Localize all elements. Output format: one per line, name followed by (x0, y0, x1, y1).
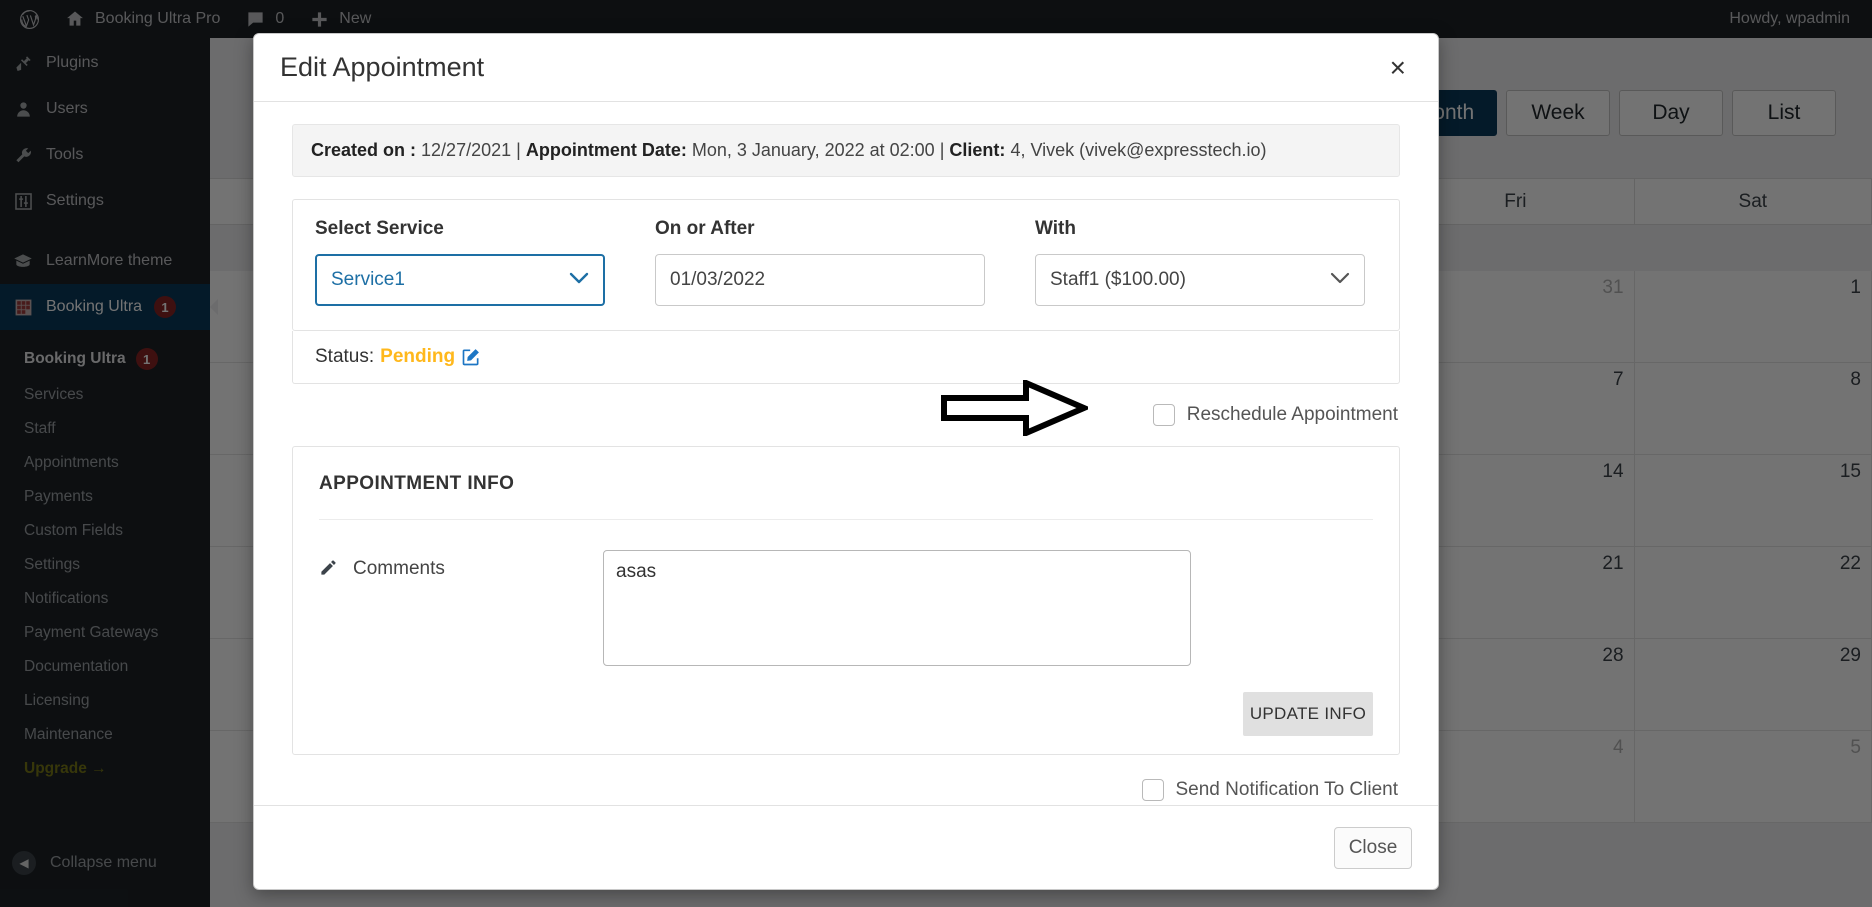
send-notification-label: Send Notification To Client (1175, 779, 1399, 800)
reschedule-row: Reschedule Appointment (292, 378, 1400, 446)
meta-separator-1: | (516, 140, 521, 160)
status-badge: Pending (380, 346, 456, 367)
chevron-down-icon (569, 269, 589, 291)
with-staff-label: With (1035, 218, 1076, 239)
send-notification-checkbox[interactable] (1141, 779, 1164, 801)
status-label: Status: (315, 346, 375, 367)
on-or-after-field: On or After 01/03/2022 (655, 218, 985, 306)
right-arrow-annotation (940, 378, 1092, 438)
close-icon[interactable]: × (1384, 50, 1412, 86)
created-on-value: 12/27/2021 (421, 140, 512, 160)
reschedule-label: Reschedule Appointment (1186, 404, 1398, 425)
modal-footer: Close (254, 805, 1438, 889)
with-staff-dropdown[interactable]: Staff1 ($100.00) (1035, 254, 1365, 306)
comments-label: Comments (353, 558, 445, 579)
client-value: 4, Vivek (vivek@expresstech.io) (1010, 140, 1267, 160)
on-or-after-input[interactable]: 01/03/2022 (655, 254, 985, 306)
select-service-field: Select Service Service1 (315, 218, 605, 306)
comments-textarea[interactable] (603, 550, 1191, 666)
page-title: Edit Appointment (280, 52, 485, 82)
select-service-label: Select Service (315, 218, 444, 239)
pencil-icon (319, 550, 353, 577)
on-or-after-label: On or After (655, 218, 755, 239)
with-staff-field: With Staff1 ($100.00) (1035, 218, 1365, 306)
divider (319, 519, 1373, 520)
update-info-button[interactable]: UPDATE INFO (1243, 692, 1373, 736)
status-bar: Status: Pending (292, 331, 1400, 384)
appointment-info-panel: APPOINTMENT INFO Comments UPDATE INFO (292, 446, 1400, 755)
modal-body: Created on : 12/27/2021 | Appointment Da… (254, 102, 1438, 805)
on-or-after-value: 01/03/2022 (670, 269, 766, 290)
select-service-dropdown[interactable]: Service1 (315, 254, 605, 306)
client-label: Client: (949, 140, 1006, 160)
appointment-meta-bar: Created on : 12/27/2021 | Appointment Da… (292, 124, 1400, 177)
reschedule-checkbox[interactable] (1152, 404, 1175, 426)
appointment-date-label: Appointment Date: (525, 140, 687, 160)
modal-header: Edit Appointment × (254, 34, 1438, 102)
screen: Booking Ultra Pro 0 New How (0, 0, 1872, 907)
created-on-label: Created on : (311, 140, 417, 160)
chevron-down-icon (1330, 269, 1350, 291)
edit-appointment-modal: Edit Appointment × Created on : 12/27/20… (253, 33, 1439, 890)
send-notification-row: Send Notification To Client (292, 779, 1400, 801)
edit-square-icon[interactable] (461, 347, 481, 367)
booking-fields-row: Select Service Service1 On or After 01/0… (315, 218, 1377, 306)
select-service-value: Service1 (331, 269, 405, 290)
appointment-date-value: Mon, 3 January, 2022 at 02:00 (691, 140, 935, 160)
booking-fields-panel: Select Service Service1 On or After 01/0… (292, 199, 1400, 331)
appointment-info-actions: UPDATE INFO (319, 692, 1373, 736)
close-button[interactable]: Close (1334, 826, 1412, 869)
meta-separator-2: | (939, 140, 945, 160)
appointment-info-heading: APPOINTMENT INFO (319, 473, 515, 494)
with-staff-value: Staff1 ($100.00) (1050, 269, 1186, 290)
comments-row: Comments (319, 550, 1373, 666)
